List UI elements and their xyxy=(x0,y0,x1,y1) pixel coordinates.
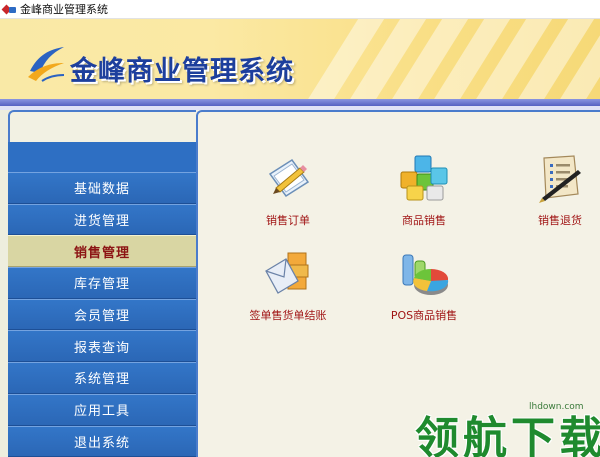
watermark-text: 领航下载 xyxy=(415,413,600,457)
window-title-bar: 金峰商业管理系统 xyxy=(0,0,600,19)
tile-label: 商品销售 xyxy=(402,214,446,227)
tile-product-sales[interactable]: 商品销售 xyxy=(369,152,479,228)
nav-item-reports[interactable]: 报表查询 xyxy=(8,330,196,363)
window-title: 金峰商业管理系统 xyxy=(20,3,108,16)
nav-item-members[interactable]: 会员管理 xyxy=(8,298,196,331)
nav-item-purchase[interactable]: 进货管理 xyxy=(8,203,196,236)
tile-label: POS商品销售 xyxy=(390,309,458,322)
nav-item-system[interactable]: 系统管理 xyxy=(8,362,196,394)
tile-sign-sheet-checkout[interactable]: 签单售货单结账 xyxy=(233,247,343,323)
envelope-boxes-icon xyxy=(265,252,309,294)
return-list-pen-icon xyxy=(539,155,581,203)
tile-label: 签单售货单结账 xyxy=(249,309,327,322)
sidebar: 基础数据 进货管理 销售管理 库存管理 会员管理 报表查询 系统管理 应用工具 … xyxy=(0,110,196,457)
tile-label: 销售订单 xyxy=(266,214,310,227)
app-icon xyxy=(1,4,16,15)
header-banner: 金峰商业管理系统 xyxy=(0,19,600,99)
tile-pos-sales[interactable]: POS商品销售 xyxy=(369,247,479,323)
pencil-document-icon xyxy=(268,158,310,198)
sidebar-menu: 基础数据 进货管理 销售管理 库存管理 会员管理 报表查询 系统管理 应用工具 … xyxy=(8,172,196,457)
nav-item-sales[interactable]: 销售管理 xyxy=(8,235,196,268)
tile-label: 销售退货 xyxy=(538,214,582,227)
colored-cubes-icon xyxy=(400,155,448,201)
nav-item-exit[interactable]: 退出系统 xyxy=(8,425,196,457)
tile-sales-return[interactable]: 销售退货 xyxy=(505,152,600,228)
banner-divider xyxy=(0,99,600,106)
sidebar-header xyxy=(8,142,196,172)
tile-sales-order[interactable]: 销售订单 xyxy=(233,152,343,228)
nav-item-inventory[interactable]: 库存管理 xyxy=(8,267,196,299)
nav-item-tools[interactable]: 应用工具 xyxy=(8,393,196,426)
logo-icon xyxy=(28,47,65,82)
sidebar-tab xyxy=(8,110,196,142)
banner-title: 金峰商业管理系统 xyxy=(70,56,294,87)
nav-item-basic-data[interactable]: 基础数据 xyxy=(8,172,196,204)
pie-chart-icon xyxy=(402,254,449,295)
